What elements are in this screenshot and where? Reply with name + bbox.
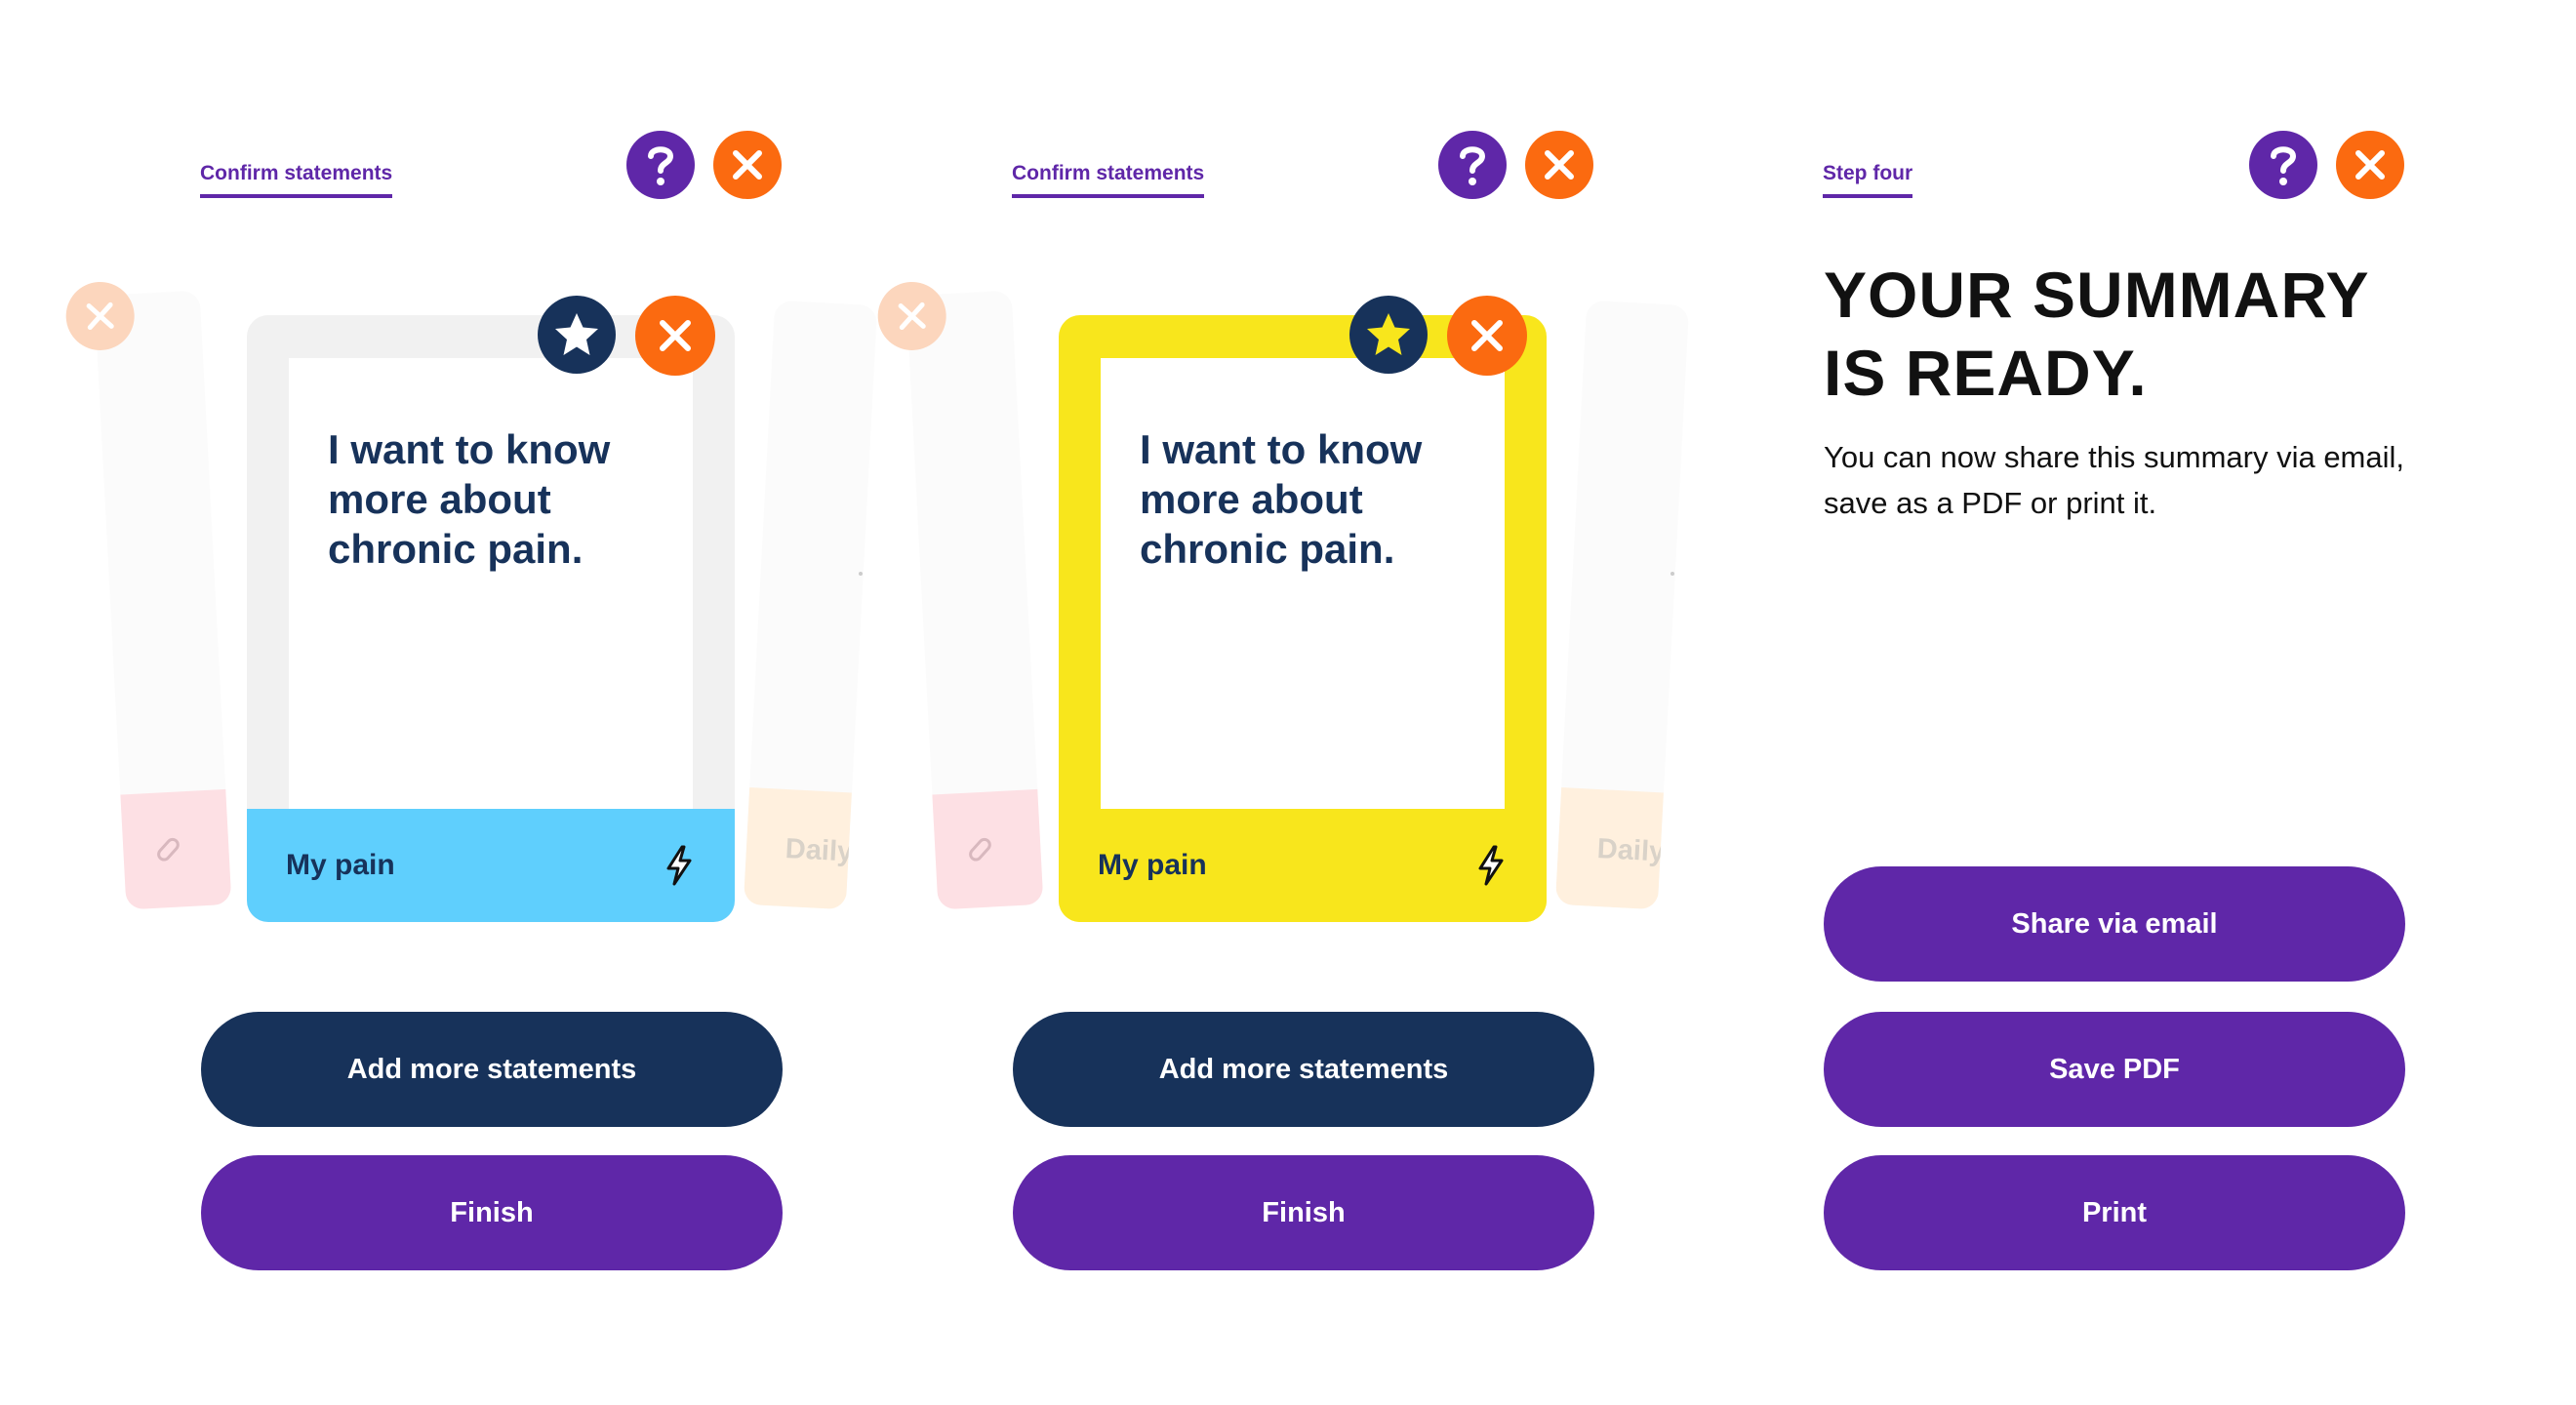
- close-icon: [1471, 320, 1503, 351]
- statement-text: I want to know more about chronic pain.: [1140, 426, 1423, 572]
- finish-button[interactable]: Finish: [1013, 1155, 1594, 1270]
- card-category-bar: My pain: [247, 809, 735, 922]
- star-button-active[interactable]: [1349, 296, 1428, 374]
- question-icon: [648, 146, 674, 185]
- star-icon: [1367, 313, 1410, 355]
- ghost-category-label: Daily: [785, 833, 854, 868]
- lightning-icon: [666, 845, 692, 886]
- question-icon: [2271, 146, 2297, 185]
- previous-card-ghost[interactable]: [63, 280, 232, 910]
- save-pdf-button[interactable]: Save PDF: [1824, 1012, 2405, 1127]
- carousel-dot: [1670, 572, 1674, 576]
- star-icon: [555, 313, 598, 355]
- category-label: My pain: [1098, 849, 1207, 881]
- print-button[interactable]: Print: [1824, 1155, 2405, 1270]
- share-via-email-button[interactable]: Share via email: [1824, 866, 2405, 982]
- statement-text: I want to know more about chronic pain.: [328, 426, 611, 572]
- remove-card-button[interactable]: [1447, 296, 1527, 376]
- confirm-statements-starred-screen: Confirm statements Daily I want to know …: [875, 0, 1690, 1405]
- ghost-category-label: Daily: [1596, 833, 1666, 868]
- close-button[interactable]: [713, 131, 782, 199]
- pill-icon: [969, 837, 991, 862]
- step-link[interactable]: Step four: [1823, 162, 1913, 198]
- close-button[interactable]: [2336, 131, 2404, 199]
- help-button[interactable]: [2249, 131, 2317, 199]
- close-button[interactable]: [1525, 131, 1593, 199]
- remove-card-button[interactable]: [635, 296, 715, 376]
- close-icon: [733, 150, 762, 180]
- category-label: My pain: [286, 849, 395, 881]
- card-category-bar: My pain: [1059, 809, 1547, 922]
- step-link[interactable]: Confirm statements: [1012, 162, 1205, 198]
- next-card-ghost[interactable]: Daily: [1554, 300, 1690, 910]
- previous-card-ghost[interactable]: [875, 280, 1044, 910]
- summary-title: YOUR SUMMARY IS READY.: [1824, 259, 2369, 409]
- finish-button[interactable]: Finish: [201, 1155, 783, 1270]
- close-icon: [1545, 150, 1574, 180]
- ghost-close-icon: [63, 280, 137, 352]
- star-button[interactable]: [538, 296, 616, 374]
- statement-card[interactable]: I want to know more about chronic pain. …: [247, 315, 735, 922]
- carousel-dot: [859, 572, 863, 576]
- help-button[interactable]: [1438, 131, 1507, 199]
- close-icon: [660, 320, 691, 351]
- step-link[interactable]: Confirm statements: [200, 162, 393, 198]
- lightning-icon: [1478, 845, 1504, 886]
- statement-card-starred[interactable]: I want to know more about chronic pain. …: [1059, 315, 1547, 922]
- next-card-ghost[interactable]: Daily: [743, 300, 878, 910]
- add-more-statements-button[interactable]: Add more statements: [1013, 1012, 1594, 1127]
- add-more-statements-button[interactable]: Add more statements: [201, 1012, 783, 1127]
- confirm-statements-screen: Confirm statements Daily I want to know …: [63, 0, 878, 1405]
- summary-description: You can now share this summary via email…: [1824, 440, 2405, 520]
- help-button[interactable]: [626, 131, 695, 199]
- question-icon: [1460, 146, 1486, 185]
- ghost-close-icon: [875, 280, 948, 352]
- pill-icon: [157, 837, 180, 862]
- close-icon: [2355, 150, 2385, 180]
- summary-ready-screen: Step four YOUR SUMMARY IS READY. You can…: [1743, 0, 2484, 1405]
